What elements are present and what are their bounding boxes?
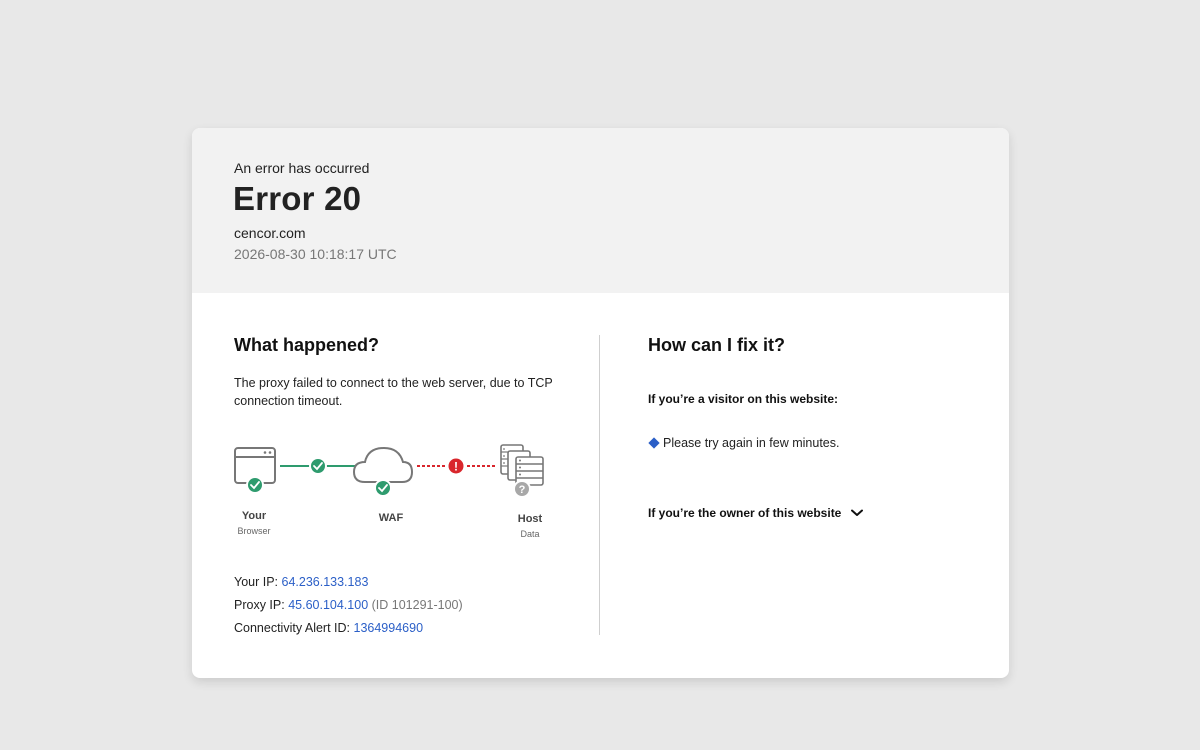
proxy-ip-label: Proxy IP:	[234, 598, 285, 612]
node-browser-sub: Browser	[237, 526, 271, 536]
what-happened-description: The proxy failed to connect to the web s…	[234, 376, 553, 408]
error-card: An error has occurred Error 20 cencor.co…	[192, 128, 1009, 678]
node-host-sub: Data	[520, 529, 540, 539]
alert-id-line: Connectivity Alert ID: 1364994690	[234, 621, 423, 635]
connection-diagram-svg: ! ?	[234, 444, 544, 498]
link-browser-waf	[280, 457, 358, 475]
domain-name: cencor.com	[234, 225, 306, 241]
what-happened-title: What happened?	[234, 335, 379, 355]
bullet-diamond-icon	[648, 437, 660, 449]
your-ip-line: Your IP: 64.236.133.183	[234, 575, 368, 589]
chevron-down-icon	[851, 509, 864, 516]
server-icon	[500, 444, 544, 486]
how-to-fix-title: How can I fix it?	[648, 335, 786, 355]
alert-id-label: Connectivity Alert ID:	[234, 621, 351, 635]
your-ip-value[interactable]: 64.236.133.183	[282, 575, 369, 589]
error-eyebrow: An error has occurred	[234, 160, 370, 176]
cloud-icon	[352, 446, 414, 483]
browser-status-check-icon	[246, 476, 264, 494]
svg-text:!: !	[454, 460, 458, 474]
proxy-id: (ID 101291-100)	[371, 598, 463, 612]
error-timestamp: 2026-08-30 10:18:17 UTC	[234, 246, 397, 262]
link-ok-check-icon	[309, 457, 327, 475]
error-header: An error has occurred Error 20 cencor.co…	[192, 128, 1009, 293]
node-host-label: Host	[517, 513, 543, 525]
node-browser-label: Your	[241, 510, 267, 522]
owner-section-toggle[interactable]: If you’re the owner of this website	[648, 506, 864, 520]
alert-id-value[interactable]: 1364994690	[354, 621, 424, 635]
visitor-label: If you’re a visitor on this website:	[648, 392, 839, 406]
connection-diagram: ! ? Your Browser WAF Host Data	[232, 440, 557, 545]
owner-section-label: If you’re the owner of this website	[648, 506, 842, 520]
your-ip-label: Your IP:	[234, 575, 279, 589]
proxy-ip-line: Proxy IP: 45.60.104.100 (ID 101291-100)	[234, 598, 463, 612]
link-waf-host: !	[417, 456, 496, 476]
svg-text:?: ?	[519, 484, 526, 496]
waf-status-check-icon	[374, 479, 392, 497]
visitor-tip-text: Please try again in few minutes.	[663, 436, 840, 450]
node-waf-label: WAF	[378, 512, 404, 524]
host-status-unknown-icon: ?	[513, 480, 531, 498]
error-title: Error 20	[233, 180, 362, 217]
column-divider	[599, 335, 600, 635]
proxy-ip-value[interactable]: 45.60.104.100	[288, 598, 368, 612]
visitor-tip: Please try again in few minutes.	[648, 436, 840, 450]
